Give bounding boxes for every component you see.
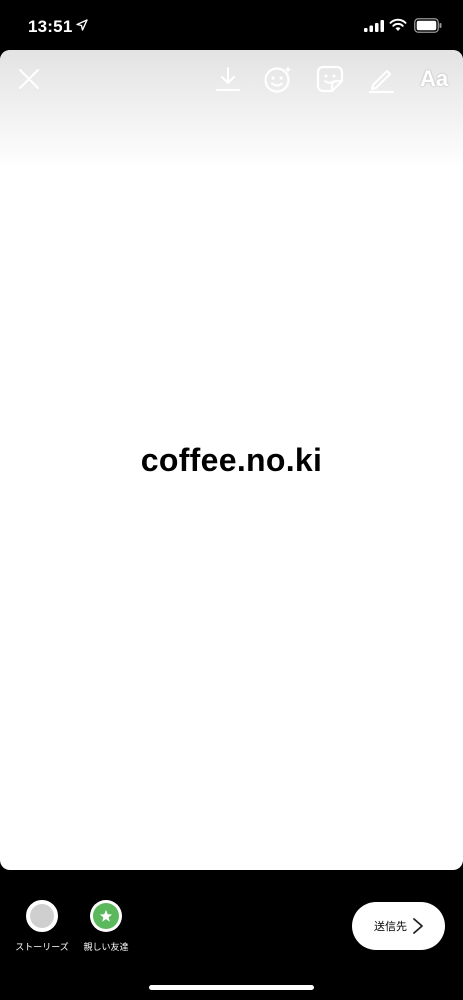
download-button[interactable]: [211, 62, 245, 96]
text-tool-button[interactable]: Aa: [414, 62, 454, 96]
status-time: 13:51: [28, 17, 73, 36]
close-friends-star-icon: [90, 900, 122, 932]
share-option-stories-label: ストーリーズ: [15, 943, 69, 953]
location-arrow-icon: [76, 19, 88, 31]
sticker-icon: [316, 65, 344, 93]
face-effects-icon: [264, 66, 292, 93]
sticker-button[interactable]: [313, 62, 347, 96]
close-button[interactable]: [12, 62, 46, 96]
cellular-signal-icon: [364, 20, 384, 32]
share-bar: ストーリーズ 親しい友達 送信先: [0, 870, 463, 1000]
share-option-stories[interactable]: ストーリーズ: [7, 900, 77, 953]
download-icon: [216, 67, 240, 91]
send-to-label: 送信先: [374, 920, 407, 933]
send-to-button[interactable]: 送信先: [352, 902, 445, 950]
battery-icon: [414, 18, 442, 33]
status-bar: 13:51: [0, 0, 463, 50]
wifi-icon: [389, 18, 407, 31]
chevron-right-icon: [413, 918, 423, 934]
close-icon: [19, 69, 39, 89]
stories-avatar-icon: [26, 900, 58, 932]
draw-button[interactable]: [364, 62, 398, 96]
home-indicator[interactable]: [149, 985, 314, 990]
story-text[interactable]: coffee.no.ki: [0, 442, 463, 479]
face-effects-button[interactable]: [261, 62, 295, 96]
share-option-close-friends[interactable]: 親しい友達: [71, 900, 141, 953]
pen-icon: [368, 70, 395, 94]
story-canvas[interactable]: Aa coffee.no.ki: [0, 50, 463, 870]
share-option-close-friends-label: 親しい友達: [83, 943, 129, 953]
